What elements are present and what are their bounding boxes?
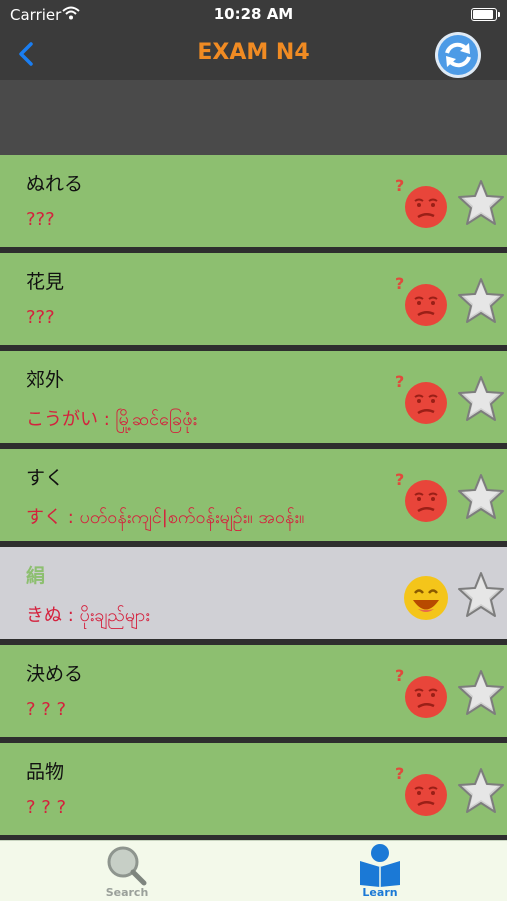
- confused-face-icon[interactable]: ?: [395, 666, 448, 719]
- list-item[interactable]: 決める ? ? ? ?: [0, 645, 507, 743]
- svg-text:?: ?: [396, 177, 404, 195]
- confused-face-icon[interactable]: ?: [395, 764, 448, 817]
- star-icon[interactable]: [456, 374, 506, 424]
- word-label: すく: [26, 467, 65, 489]
- word-label: ぬれる: [26, 173, 84, 195]
- meaning-label: ???: [26, 209, 55, 230]
- happy-face-icon[interactable]: [396, 569, 448, 621]
- tab-search[interactable]: Search: [77, 841, 177, 901]
- page-title: EXAM N4: [197, 40, 310, 65]
- list-item[interactable]: すく すく : ပတ်ဝန်းကျင်|စက်ဝန်းမျဉ်း။ အဝန်း။…: [0, 449, 507, 547]
- word-list: ぬれる ??? ? 花見 ??? ? 郊外 こうがい : မြို့ဆင်ခြေ…: [0, 155, 507, 841]
- word-label: 品物: [26, 761, 65, 783]
- banner-area: [0, 80, 507, 155]
- battery-icon: [471, 8, 500, 21]
- confused-face-icon[interactable]: ?: [395, 176, 448, 229]
- confused-face-icon[interactable]: ?: [395, 274, 448, 327]
- star-icon[interactable]: [456, 766, 506, 816]
- word-label: 絹: [26, 565, 46, 587]
- clock: 10:28 AM: [213, 5, 294, 23]
- list-item[interactable]: 絹 きぬ : ပိုးချည်များ: [0, 547, 507, 645]
- search-icon: [107, 846, 147, 886]
- meaning-label: ? ? ?: [26, 699, 67, 720]
- svg-text:?: ?: [396, 667, 404, 685]
- reader-book-icon: [360, 844, 400, 887]
- star-icon[interactable]: [456, 570, 506, 620]
- star-icon[interactable]: [456, 472, 506, 522]
- list-item[interactable]: 花見 ??? ?: [0, 253, 507, 351]
- navigation-bar: EXAM N4: [0, 30, 507, 80]
- meaning-label: ???: [26, 307, 55, 328]
- list-item[interactable]: 品物 ? ? ? ?: [0, 743, 507, 841]
- tab-bar: Search Learn: [0, 840, 507, 901]
- list-item[interactable]: ぬれる ??? ?: [0, 155, 507, 253]
- list-item[interactable]: 郊外 こうがい : မြို့ဆင်ခြေဖုံး ?: [0, 351, 507, 449]
- confused-face-icon[interactable]: ?: [395, 372, 448, 425]
- svg-text:?: ?: [396, 373, 404, 391]
- word-label: 郊外: [26, 369, 65, 391]
- meaning-label: きぬ : ပိုးချည်များ: [26, 605, 150, 626]
- svg-text:?: ?: [396, 275, 404, 293]
- meaning-label: ? ? ?: [26, 797, 67, 818]
- tab-learn[interactable]: Learn: [330, 841, 430, 901]
- star-icon[interactable]: [456, 668, 506, 718]
- confused-face-icon[interactable]: ?: [395, 470, 448, 523]
- svg-text:?: ?: [396, 765, 404, 783]
- word-label: 花見: [26, 271, 65, 293]
- tab-search-label: Search: [105, 886, 149, 899]
- tab-learn-label: Learn: [362, 886, 398, 899]
- meaning-label: こうがい : မြို့ဆင်ခြေဖုံး: [26, 409, 198, 430]
- status-bar: Carrier 10:28 AM: [0, 0, 507, 30]
- star-icon[interactable]: [456, 178, 506, 228]
- word-label: 決める: [26, 663, 84, 685]
- refresh-button[interactable]: [434, 31, 482, 79]
- star-icon[interactable]: [456, 276, 506, 326]
- svg-text:?: ?: [396, 471, 404, 489]
- meaning-label: すく : ပတ်ဝန်းကျင်|စက်ဝန်းမျဉ်း။ အဝန်း။: [26, 507, 305, 528]
